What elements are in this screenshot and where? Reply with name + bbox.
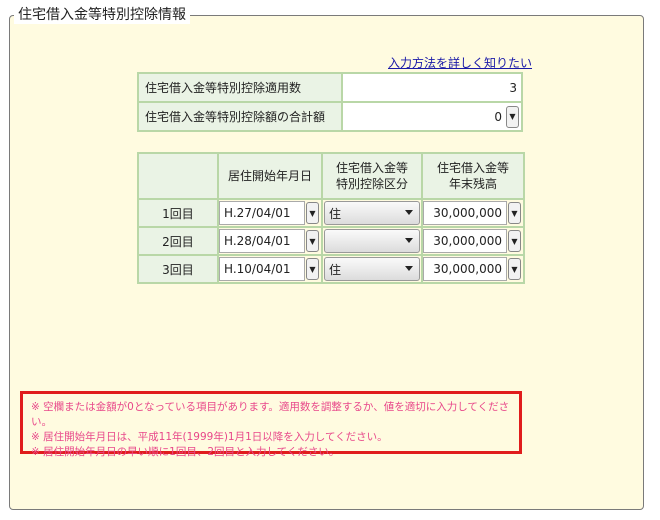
chevron-down-icon[interactable]: ▼ [306,258,319,280]
grid-header-row: 居住開始年月日 住宅借入金等 特別控除区分 住宅借入金等 年末残高 [137,152,525,200]
summary-table: 住宅借入金等特別控除適用数 3 住宅借入金等特別控除額の合計額 0 ▼ [137,72,523,132]
caret-down-icon [405,266,413,271]
balance-input[interactable]: 30,000,000 [423,257,507,281]
row-label: 3回目 [137,254,219,284]
row-label: 1回目 [137,198,219,228]
chevron-down-icon[interactable]: ▼ [508,258,521,280]
category-select[interactable]: 住 [324,257,420,281]
loan-grid: 居住開始年月日 住宅借入金等 特別控除区分 住宅借入金等 年末残高 1回目 H.… [137,152,525,284]
category-select[interactable]: 住 [324,201,420,225]
grid-header-category: 住宅借入金等 特別控除区分 [321,152,423,200]
date-input[interactable]: H.27/04/01 [219,201,305,225]
error-message: ※ 居住開始年月日の早い順に1回目、2回目と入力してください。 [31,446,340,458]
table-row: 1回目 H.27/04/01 ▼ 住 30,000,000 ▼ [137,198,525,228]
chevron-down-icon[interactable]: ▼ [508,230,521,252]
help-link[interactable]: 入力方法を詳しく知りたい [388,54,532,71]
total-value[interactable]: 0 [343,110,506,124]
table-row: 2回目 H.28/04/01 ▼ 30,000,000 ▼ [137,226,525,256]
chevron-down-icon[interactable]: ▼ [506,105,519,128]
chevron-down-icon[interactable]: ▼ [306,230,319,252]
total-label: 住宅借入金等特別控除額の合計額 [137,101,343,132]
balance-input[interactable]: 30,000,000 [423,229,507,253]
grid-header-empty [137,152,219,200]
section-title: 住宅借入金等特別控除情報 [14,6,190,24]
count-label: 住宅借入金等特別控除適用数 [137,72,343,103]
category-select[interactable] [324,229,420,253]
error-box: ※ 空欄または金額が0となっている項目があります。適用数を調整するか、値を適切に… [20,391,522,458]
balance-input[interactable]: 30,000,000 [423,201,507,225]
caret-down-icon [405,238,413,243]
caret-down-icon [405,210,413,215]
row-label: 2回目 [137,226,219,256]
error-message: ※ 空欄または金額が0となっている項目があります。適用数を調整するか、値を適切に… [31,401,510,428]
category-value: 住 [329,262,342,277]
date-input[interactable]: H.28/04/01 [219,229,305,253]
category-value: 住 [329,206,342,221]
error-message: ※ 居住開始年月日は、平成11年(1999年)1月1日以降を入力してください。 [31,431,388,443]
chevron-down-icon[interactable]: ▼ [508,202,521,224]
date-input[interactable]: H.10/04/01 [219,257,305,281]
grid-header-date: 居住開始年月日 [217,152,323,200]
grid-header-balance: 住宅借入金等 年末残高 [421,152,525,200]
chevron-down-icon[interactable]: ▼ [306,202,319,224]
table-row: 3回目 H.10/04/01 ▼ 住 30,000,000 ▼ [137,254,525,284]
total-combo: 0 ▼ [343,104,521,129]
count-input[interactable]: 3 [343,75,521,100]
